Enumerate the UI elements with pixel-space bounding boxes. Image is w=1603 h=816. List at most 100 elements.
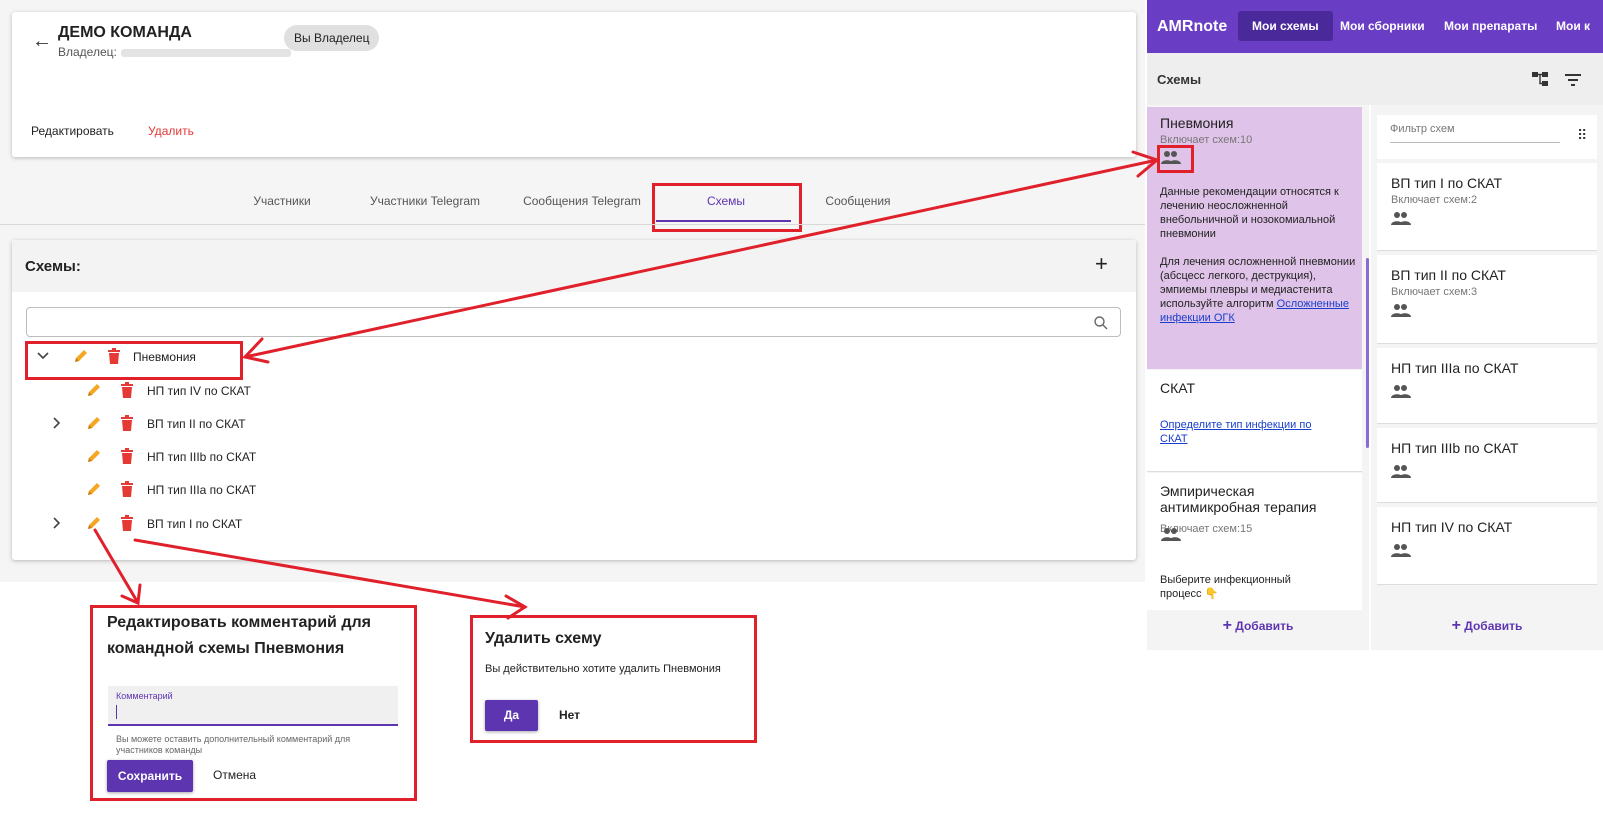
tabs-divider (0, 224, 1145, 225)
tab-messages[interactable]: Сообщения (788, 194, 928, 208)
confirm-delete-button[interactable]: Да (485, 700, 538, 731)
scheme-item-skat[interactable]: СКАТ Определите тип инфекции по СКАТ (1147, 370, 1362, 472)
schemes-subheader: Схемы (1147, 53, 1603, 105)
delete-dialog-title: Удалить схему (485, 630, 602, 647)
sub-scheme-count: Включает схем:2 (1391, 194, 1478, 206)
skat-link[interactable]: Определите тип инфекции по СКАТ (1160, 418, 1340, 446)
delete-dialog-message: Вы действительно хотите удалить Пневмони… (485, 663, 721, 675)
list-scrollbar[interactable] (1366, 258, 1369, 448)
app-bar: AMRnote Мои схемы Мои сборники Мои препа… (1147, 0, 1603, 53)
sub-scheme-item[interactable]: НП тип IV по СКАТ (1377, 507, 1597, 585)
sub-scheme-item[interactable]: НП тип IIIa по СКАТ (1377, 348, 1597, 424)
filter-underline (1390, 142, 1560, 143)
trash-icon[interactable] (120, 448, 134, 469)
owner-chip: Вы Владелец (284, 25, 380, 51)
cancel-button[interactable]: Отмена (213, 768, 256, 782)
chevron-right-icon[interactable] (50, 416, 64, 433)
trash-icon[interactable] (120, 382, 134, 403)
add-label: Добавить (1235, 619, 1294, 633)
edit-comment-dialog: Редактировать комментарий для командной … (90, 605, 417, 801)
subheader-title: Схемы (1157, 72, 1202, 87)
comment-field-label: Комментарий (116, 691, 173, 701)
pencil-icon[interactable] (86, 415, 102, 436)
delete-scheme-dialog: Удалить схему Вы действительно хотите уд… (470, 615, 757, 743)
filter-bar: Фильтр схем ⠿ (1377, 115, 1597, 159)
text-cursor (116, 705, 117, 719)
scheme-item-description: Данные рекомендации относятся к лечению … (1160, 186, 1339, 240)
nav-my-collections[interactable]: Мои сборники (1340, 19, 1425, 33)
scheme-search-input[interactable] (26, 307, 1121, 337)
sub-scheme-title: НП тип IV по СКАТ (1391, 519, 1513, 535)
tree-row-label: НП тип IV по СКАТ (147, 384, 251, 398)
scheme-item-title: СКАТ (1160, 380, 1196, 396)
plus-icon: + (1222, 617, 1232, 634)
scheme-item-title: Пневмония (1160, 115, 1234, 131)
scheme-item-description: Выберите инфекционный процесс 👇 (1160, 574, 1291, 600)
tree-row-label: ВП тип II по СКАТ (147, 417, 246, 431)
sub-scheme-item[interactable]: НП тип IIIb по СКАТ (1377, 428, 1597, 503)
pencil-icon[interactable] (86, 448, 102, 469)
sub-scheme-title: НП тип IIIb по СКАТ (1391, 440, 1519, 456)
trash-icon[interactable] (120, 481, 134, 502)
team-people-icon (1161, 150, 1181, 169)
sub-scheme-title: НП тип IIIa по СКАТ (1391, 360, 1519, 376)
team-title: ДЕМО КОМАНДА (58, 24, 192, 41)
add-scheme-button-right[interactable]: + Добавить (1371, 612, 1603, 640)
tab-telegram-messages[interactable]: Сообщения Telegram (507, 194, 657, 208)
edit-dialog-title: Редактировать комментарий для командной … (107, 614, 371, 657)
scheme-item-note: Для лечения осложненной пневмонии (абсце… (1160, 255, 1356, 325)
sub-scheme-count: Включает схем:3 (1391, 286, 1478, 298)
edit-team-button[interactable]: Редактировать (31, 124, 114, 138)
owner-label: Владелец: (58, 45, 117, 59)
tree-view-icon[interactable] (1532, 72, 1548, 91)
highlight-pneumonia-row (25, 341, 243, 380)
team-people-icon (1391, 303, 1411, 322)
schemes-panel-header (12, 240, 1136, 292)
sub-scheme-title: ВП тип I по СКАТ (1391, 175, 1503, 191)
team-people-icon (1161, 527, 1181, 546)
tree-row-label: НП тип IIIa по СКАТ (147, 483, 257, 497)
comment-hint: Вы можете оставить дополнительный коммен… (116, 734, 351, 755)
decline-delete-button[interactable]: Нет (559, 708, 580, 722)
team-people-icon (1391, 543, 1411, 562)
add-label: Добавить (1464, 619, 1523, 633)
add-scheme-plus-icon[interactable]: + (1095, 251, 1108, 277)
owner-email-blurred (120, 48, 291, 57)
team-people-icon (1391, 464, 1411, 483)
app-brand[interactable]: AMRnote (1157, 18, 1227, 36)
team-people-icon (1391, 211, 1411, 230)
nav-more[interactable]: Мои к (1556, 19, 1590, 33)
pencil-icon[interactable] (86, 481, 102, 502)
team-people-icon (1391, 384, 1411, 403)
schemes-panel: Схемы: + (12, 240, 1136, 560)
chevron-right-icon[interactable] (50, 516, 64, 533)
pencil-icon[interactable] (86, 382, 102, 403)
filter-input[interactable]: Фильтр схем (1390, 123, 1455, 135)
back-arrow-icon[interactable]: ← (32, 30, 52, 53)
nav-my-drugs[interactable]: Мои препараты (1444, 19, 1537, 33)
tab-members[interactable]: Участники (212, 194, 352, 208)
arrow-head-edit (120, 583, 142, 606)
filter-icon[interactable] (1565, 73, 1581, 91)
plus-icon: + (1451, 617, 1461, 634)
sub-scheme-title: ВП тип II по СКАТ (1391, 267, 1506, 283)
trash-icon[interactable] (120, 515, 134, 536)
comment-field[interactable]: Комментарий (108, 686, 398, 726)
scheme-item-title: Эмпирическая антимикробная терапия (1160, 483, 1317, 515)
nav-my-schemes[interactable]: Мои схемы (1238, 11, 1333, 41)
search-icon[interactable] (1094, 316, 1108, 330)
sub-scheme-item[interactable]: ВП тип I по СКАТ Включает схем:2 (1377, 163, 1597, 251)
drag-handle-icon[interactable]: ⠿ (1577, 127, 1587, 144)
trash-icon[interactable] (120, 415, 134, 436)
tab-telegram-members[interactable]: Участники Telegram (355, 194, 495, 208)
delete-team-button[interactable]: Удалить (148, 124, 194, 138)
save-button[interactable]: Сохранить (107, 760, 193, 792)
pencil-icon[interactable] (86, 515, 102, 536)
team-header-card: ← ДЕМО КОМАНДА Владелец: Вы Владелец Ред… (12, 12, 1136, 157)
tree-row-label: ВП тип I по СКАТ (147, 517, 243, 531)
tree-row-label: НП тип IIIb по СКАТ (147, 450, 257, 464)
schemes-panel-title: Схемы: (25, 258, 81, 275)
owner-line: Владелец: (58, 45, 291, 59)
add-scheme-button-left[interactable]: + Добавить (1147, 612, 1369, 640)
sub-scheme-item[interactable]: ВП тип II по СКАТ Включает схем:3 (1377, 255, 1597, 344)
